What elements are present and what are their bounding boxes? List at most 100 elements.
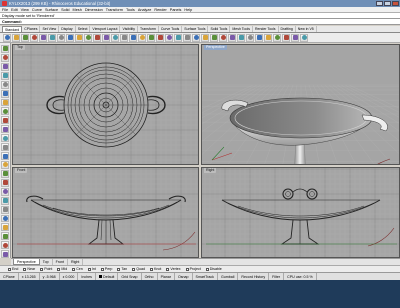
undo-view-icon[interactable] (147, 33, 155, 42)
checkbox[interactable] (149, 267, 153, 271)
box-icon[interactable] (1, 143, 9, 152)
command-prompt[interactable]: Command: (0, 19, 400, 25)
tab-select[interactable]: Select (76, 26, 91, 32)
surface-icon[interactable] (1, 125, 9, 134)
tab-transform[interactable]: Transform (138, 26, 159, 32)
hide-icon[interactable] (237, 33, 245, 42)
tab-solid-tools[interactable]: Solid Tools (208, 26, 231, 32)
minimize-button[interactable] (376, 1, 383, 6)
viewport-label-right[interactable]: Right (204, 168, 217, 173)
viewport-front[interactable]: Front (12, 167, 199, 258)
viewport-perspective[interactable]: Perspective (201, 44, 400, 165)
help-icon[interactable] (300, 33, 308, 42)
osnap-cen[interactable]: Cen (72, 267, 83, 271)
tab-display[interactable]: Display (59, 26, 76, 32)
new-file-icon[interactable] (3, 33, 11, 42)
explode-icon[interactable] (1, 205, 9, 214)
mirror-icon[interactable] (1, 250, 9, 259)
tab-set-view[interactable]: Set View (40, 26, 60, 32)
move-icon[interactable] (1, 214, 9, 223)
osnap-quad[interactable]: Quad (132, 267, 145, 271)
menu-surface[interactable]: Surface (45, 7, 58, 13)
checkbox[interactable] (23, 267, 27, 271)
save-icon[interactable] (21, 33, 29, 42)
import-icon[interactable] (39, 33, 47, 42)
menu-tools[interactable]: Tools (126, 7, 135, 13)
tab-new-in-v5[interactable]: New in V5 (296, 26, 317, 32)
sphere-icon[interactable] (1, 152, 9, 160)
osnap-vertex[interactable]: Vertex (166, 267, 181, 271)
show-icon[interactable] (246, 33, 254, 42)
right-view-canvas[interactable] (202, 168, 400, 258)
osnap-int[interactable]: Int (87, 267, 96, 271)
line-icon[interactable] (1, 53, 9, 62)
maximize-button[interactable] (384, 1, 391, 6)
redo-icon[interactable] (84, 33, 92, 42)
zoom-window-icon[interactable] (120, 33, 128, 42)
zoom-icon[interactable] (111, 33, 119, 42)
light-icon[interactable] (219, 33, 227, 42)
osnap-disable[interactable]: Disable (205, 267, 222, 271)
circle-icon[interactable] (1, 80, 9, 89)
perspective-view-canvas[interactable] (202, 45, 400, 165)
extrude-icon[interactable] (1, 134, 9, 143)
menu-render[interactable]: Render (154, 7, 166, 13)
tab-cplanes[interactable]: CPlanes (22, 26, 41, 32)
menu-analyze[interactable]: Analyze (138, 7, 152, 13)
mesh-icon[interactable] (1, 160, 9, 169)
checkbox[interactable] (185, 267, 189, 271)
menu-transform[interactable]: Transform (106, 7, 123, 13)
checkbox[interactable] (166, 267, 170, 271)
layers-icon[interactable] (165, 33, 173, 42)
menu-mesh[interactable]: Mesh (73, 7, 82, 13)
viewport-top[interactable]: Top (12, 44, 199, 165)
checkbox[interactable] (100, 267, 104, 271)
point-icon[interactable] (1, 45, 9, 53)
copy-icon[interactable] (57, 33, 65, 42)
unlock-icon[interactable] (264, 33, 272, 42)
menu-curve[interactable]: Curve (32, 7, 42, 13)
viewport-label-perspective[interactable]: Perspective (204, 45, 227, 50)
menu-solid[interactable]: Solid (61, 7, 69, 13)
osnap-perp[interactable]: Perp (100, 267, 112, 271)
scale-icon[interactable] (1, 241, 9, 250)
join-icon[interactable] (1, 196, 9, 205)
paste-icon[interactable] (66, 33, 74, 42)
tab-mesh-tools[interactable]: Mesh Tools (230, 26, 253, 32)
osnap-end[interactable]: End (8, 267, 18, 271)
checkbox[interactable] (8, 267, 11, 271)
top-view-canvas[interactable] (13, 45, 199, 165)
menu-edit[interactable]: Edit (11, 7, 18, 13)
checkbox[interactable] (205, 267, 209, 271)
ellipse-icon[interactable] (1, 98, 9, 107)
tab-drafting[interactable]: Drafting (279, 26, 296, 32)
rotate-icon[interactable] (102, 33, 110, 42)
front-view-canvas[interactable] (13, 168, 199, 258)
properties-icon[interactable] (174, 33, 182, 42)
menu-panels[interactable]: Panels (170, 7, 182, 13)
rotate-obj-icon[interactable] (1, 232, 9, 241)
checkbox[interactable] (87, 267, 91, 271)
zoom-selected-icon[interactable] (138, 33, 146, 42)
fillet-icon[interactable] (1, 169, 9, 178)
viewport-label-top[interactable]: Top (15, 45, 25, 50)
wireframe-icon[interactable] (192, 33, 200, 42)
lock-icon[interactable] (255, 33, 263, 42)
split-icon[interactable] (1, 187, 9, 196)
trim-icon[interactable] (1, 178, 9, 187)
tab-visibility[interactable]: Visibility (120, 26, 139, 32)
undo-icon[interactable] (75, 33, 83, 42)
osnap-mid[interactable]: Mid (57, 267, 67, 271)
osnap-tan[interactable]: Tan (117, 267, 127, 271)
tab-standard[interactable]: Standard (2, 26, 23, 32)
pan-icon[interactable] (93, 33, 101, 42)
checkbox[interactable] (72, 267, 76, 271)
select-icon[interactable] (183, 33, 191, 42)
checkbox[interactable] (117, 267, 121, 271)
viewport-right[interactable]: Right (201, 167, 400, 258)
shaded-icon[interactable] (201, 33, 209, 42)
rectangle-icon[interactable] (1, 107, 9, 116)
print-icon[interactable] (30, 33, 38, 42)
close-button[interactable] (392, 1, 399, 6)
options-icon[interactable] (291, 33, 299, 42)
